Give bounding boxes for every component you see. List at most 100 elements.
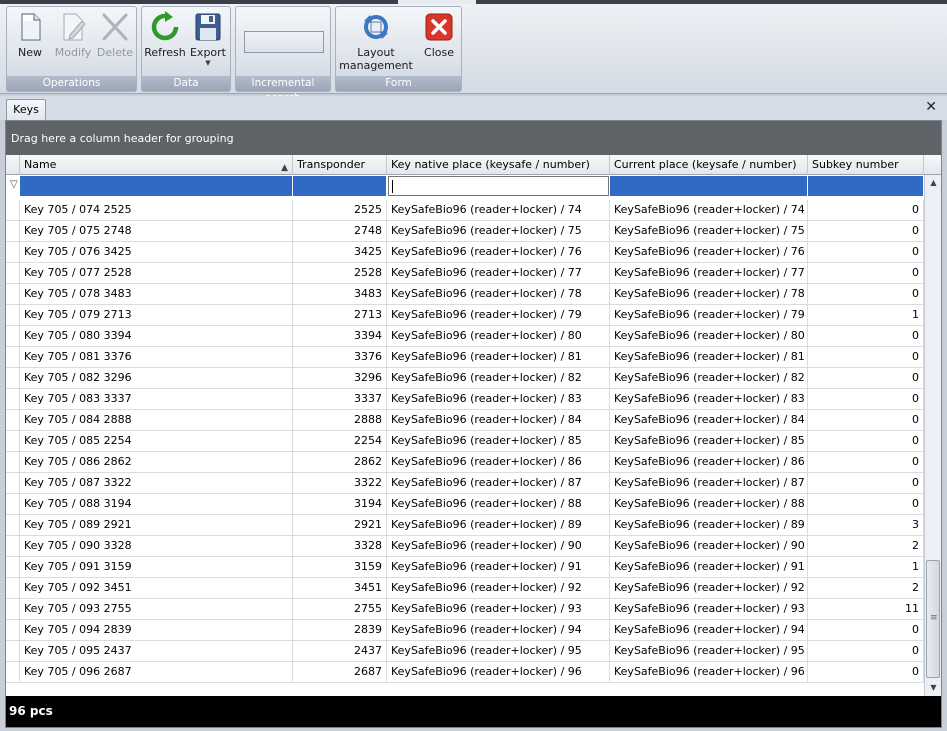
cell-current-place[interactable]: KeySafeBio96 (reader+locker) / 78 [610, 284, 808, 305]
cell-transponder[interactable]: 3159 [293, 557, 387, 578]
column-header-native-place[interactable]: Key native place (keysafe / number) [387, 155, 610, 175]
scroll-down-arrow-icon[interactable]: ▼ [925, 680, 942, 696]
cell-subkey-number[interactable]: 0 [808, 641, 924, 662]
cell-transponder[interactable]: 3483 [293, 284, 387, 305]
cell-subkey-number[interactable]: 0 [808, 389, 924, 410]
table-row[interactable]: Key 705 / 091 3159 3159 KeySafeBio96 (read… [6, 557, 924, 578]
cell-subkey-number[interactable]: 0 [808, 242, 924, 263]
cell-current-place[interactable]: KeySafeBio96 (reader+locker) / 86 [610, 452, 808, 473]
row-indicator[interactable] [6, 221, 20, 242]
row-indicator[interactable] [6, 347, 20, 368]
cell-native-place[interactable]: KeySafeBio96 (reader+locker) / 74 [387, 200, 610, 221]
cell-current-place[interactable]: KeySafeBio96 (reader+locker) / 90 [610, 536, 808, 557]
cell-name[interactable]: Key 705 / 074 2525 [20, 200, 293, 221]
cell-native-place[interactable]: KeySafeBio96 (reader+locker) / 76 [387, 242, 610, 263]
cell-native-place[interactable]: KeySafeBio96 (reader+locker) / 95 [387, 641, 610, 662]
cell-current-place[interactable]: KeySafeBio96 (reader+locker) / 93 [610, 599, 808, 620]
table-row[interactable]: Key 705 / 083 3337 3337 KeySafeBio96 (read… [6, 389, 924, 410]
table-row[interactable]: Key 705 / 077 2528 2528 KeySafeBio96 (read… [6, 263, 924, 284]
cell-transponder[interactable]: 2687 [293, 662, 387, 683]
group-by-panel[interactable]: Drag here a column header for grouping [6, 121, 941, 155]
row-indicator[interactable] [6, 452, 20, 473]
cell-native-place[interactable]: KeySafeBio96 (reader+locker) / 94 [387, 620, 610, 641]
table-row[interactable]: Key 705 / 093 2755 2755 KeySafeBio96 (read… [6, 599, 924, 620]
cell-subkey-number[interactable]: 11 [808, 599, 924, 620]
column-header-current-place[interactable]: Current place (keysafe / number) [610, 155, 808, 175]
cell-name[interactable]: Key 705 / 088 3194 [20, 494, 293, 515]
cell-subkey-number[interactable]: 0 [808, 620, 924, 641]
cell-current-place[interactable]: KeySafeBio96 (reader+locker) / 96 [610, 662, 808, 683]
cell-transponder[interactable]: 3328 [293, 536, 387, 557]
cell-transponder[interactable]: 2921 [293, 515, 387, 536]
row-indicator[interactable] [6, 305, 20, 326]
table-row[interactable]: Key 705 / 075 2748 2748 KeySafeBio96 (read… [6, 221, 924, 242]
cell-current-place[interactable]: KeySafeBio96 (reader+locker) / 85 [610, 431, 808, 452]
cell-transponder[interactable]: 2755 [293, 599, 387, 620]
cell-native-place[interactable]: KeySafeBio96 (reader+locker) / 90 [387, 536, 610, 557]
cell-transponder[interactable]: 3376 [293, 347, 387, 368]
cell-name[interactable]: Key 705 / 075 2748 [20, 221, 293, 242]
cell-name[interactable]: Key 705 / 087 3322 [20, 473, 293, 494]
filter-cell-subkey-number[interactable] [808, 176, 924, 196]
cell-name[interactable]: Key 705 / 092 3451 [20, 578, 293, 599]
cell-subkey-number[interactable]: 0 [808, 326, 924, 347]
cell-subkey-number[interactable]: 0 [808, 284, 924, 305]
table-row[interactable]: Key 705 / 092 3451 3451 KeySafeBio96 (read… [6, 578, 924, 599]
cell-subkey-number[interactable]: 0 [808, 494, 924, 515]
cell-current-place[interactable]: KeySafeBio96 (reader+locker) / 89 [610, 515, 808, 536]
table-row[interactable]: Key 705 / 082 3296 3296 KeySafeBio96 (read… [6, 368, 924, 389]
cell-transponder[interactable]: 3394 [293, 326, 387, 347]
cell-subkey-number[interactable]: 0 [808, 263, 924, 284]
cell-current-place[interactable]: KeySafeBio96 (reader+locker) / 92 [610, 578, 808, 599]
row-indicator[interactable] [6, 431, 20, 452]
cell-native-place[interactable]: KeySafeBio96 (reader+locker) / 89 [387, 515, 610, 536]
cell-native-place[interactable]: KeySafeBio96 (reader+locker) / 92 [387, 578, 610, 599]
close-tab-icon[interactable]: ✕ [925, 99, 937, 115]
row-indicator[interactable] [6, 200, 20, 221]
delete-button[interactable]: Delete [95, 11, 135, 59]
cell-subkey-number[interactable]: 0 [808, 368, 924, 389]
cell-current-place[interactable]: KeySafeBio96 (reader+locker) / 91 [610, 557, 808, 578]
column-header-transponder[interactable]: Transponder [293, 155, 387, 175]
cell-transponder[interactable]: 2254 [293, 431, 387, 452]
cell-name[interactable]: Key 705 / 081 3376 [20, 347, 293, 368]
cell-current-place[interactable]: KeySafeBio96 (reader+locker) / 82 [610, 368, 808, 389]
column-header-subkey-number[interactable]: Subkey number [808, 155, 924, 175]
cell-subkey-number[interactable]: 2 [808, 578, 924, 599]
cell-native-place[interactable]: KeySafeBio96 (reader+locker) / 84 [387, 410, 610, 431]
row-indicator[interactable] [6, 284, 20, 305]
new-button[interactable]: New [11, 11, 49, 59]
cell-subkey-number[interactable]: 2 [808, 536, 924, 557]
row-indicator[interactable] [6, 410, 20, 431]
table-row[interactable]: Key 705 / 084 2888 2888 KeySafeBio96 (read… [6, 410, 924, 431]
row-indicator[interactable] [6, 389, 20, 410]
cell-transponder[interactable]: 2839 [293, 620, 387, 641]
cell-native-place[interactable]: KeySafeBio96 (reader+locker) / 91 [387, 557, 610, 578]
column-header-name[interactable]: Name ▲ [20, 155, 293, 175]
filter-cell-transponder[interactable] [293, 176, 387, 196]
cell-subkey-number[interactable]: 0 [808, 662, 924, 683]
table-row[interactable]: Key 705 / 074 2525 2525 KeySafeBio96 (read… [6, 200, 924, 221]
cell-current-place[interactable]: KeySafeBio96 (reader+locker) / 81 [610, 347, 808, 368]
table-row[interactable]: Key 705 / 096 2687 2687 KeySafeBio96 (read… [6, 662, 924, 683]
row-indicator[interactable] [6, 599, 20, 620]
cell-native-place[interactable]: KeySafeBio96 (reader+locker) / 79 [387, 305, 610, 326]
cell-native-place[interactable]: KeySafeBio96 (reader+locker) / 77 [387, 263, 610, 284]
cell-native-place[interactable]: KeySafeBio96 (reader+locker) / 96 [387, 662, 610, 683]
table-row[interactable]: Key 705 / 076 3425 3425 KeySafeBio96 (read… [6, 242, 924, 263]
table-row[interactable]: Key 705 / 079 2713 2713 KeySafeBio96 (read… [6, 305, 924, 326]
row-indicator[interactable] [6, 263, 20, 284]
row-indicator[interactable] [6, 494, 20, 515]
cell-name[interactable]: Key 705 / 077 2528 [20, 263, 293, 284]
cell-native-place[interactable]: KeySafeBio96 (reader+locker) / 93 [387, 599, 610, 620]
cell-current-place[interactable]: KeySafeBio96 (reader+locker) / 95 [610, 641, 808, 662]
table-row[interactable]: Key 705 / 090 3328 3328 KeySafeBio96 (read… [6, 536, 924, 557]
cell-transponder[interactable]: 2528 [293, 263, 387, 284]
cell-native-place[interactable]: KeySafeBio96 (reader+locker) / 78 [387, 284, 610, 305]
cell-native-place[interactable]: KeySafeBio96 (reader+locker) / 75 [387, 221, 610, 242]
cell-name[interactable]: Key 705 / 080 3394 [20, 326, 293, 347]
cell-name[interactable]: Key 705 / 084 2888 [20, 410, 293, 431]
cell-current-place[interactable]: KeySafeBio96 (reader+locker) / 79 [610, 305, 808, 326]
cell-current-place[interactable]: KeySafeBio96 (reader+locker) / 75 [610, 221, 808, 242]
row-indicator[interactable] [6, 620, 20, 641]
